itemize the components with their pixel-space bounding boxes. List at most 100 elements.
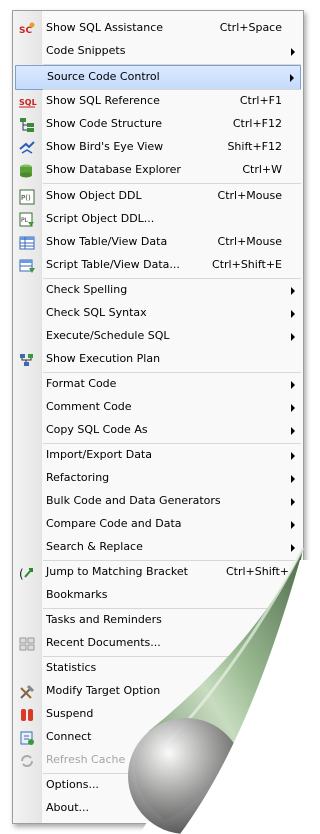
submenu-arrow-icon [291, 287, 295, 295]
menu-item-label: Modify Target Option [46, 684, 161, 697]
submenu-arrow-icon [291, 544, 295, 552]
menu-item-options[interactable]: Options... [13, 774, 303, 797]
menu-item-check-spelling[interactable]: Check Spelling [13, 279, 303, 302]
submenu-arrow-icon [291, 475, 295, 483]
menu-item-label: Copy SQL Code As [46, 423, 148, 436]
menu-item-refactoring[interactable]: Refactoring [13, 467, 303, 490]
menu-item-check-sql-syntax[interactable]: Check SQL Syntax [13, 302, 303, 325]
menu-item-statistics[interactable]: Statistics [13, 657, 303, 680]
menu-item-bookmarks[interactable]: Bookmarks [13, 584, 303, 607]
menu-item-label: Import/Export Data [46, 448, 152, 461]
menu-item-shortcut: Ctrl+Mouse [217, 235, 282, 248]
matching-bracket-icon: ( [19, 565, 35, 581]
submenu-arrow-icon [291, 427, 295, 435]
menu-item-connect[interactable]: Connect [13, 726, 303, 749]
menu-item-show-code-structure[interactable]: Show Code Structure Ctrl+F12 [13, 113, 303, 136]
submenu-arrow-icon [291, 404, 295, 412]
menu-item-shortcut: Ctrl+Space [219, 21, 282, 34]
menu-item-compare-code-and-data[interactable]: Compare Code and Data [13, 513, 303, 536]
refresh-cache-icon [19, 753, 35, 769]
menu-item-label: Bookmarks [46, 588, 108, 601]
menu-item-label: Search & Replace [46, 540, 143, 553]
menu-item-label: Tasks and Reminders [46, 613, 162, 626]
menu-item-modify-target-option[interactable]: Modify Target Option [13, 680, 303, 703]
menu-item-label: Format Code [46, 377, 117, 390]
submenu-arrow-icon [291, 452, 295, 460]
submenu-arrow-icon [291, 521, 295, 529]
suspend-icon [19, 707, 35, 723]
script-ddl-icon: PL [19, 212, 35, 228]
submenu-arrow-icon [291, 381, 295, 389]
menu-item-suspend[interactable]: Suspend [13, 703, 303, 726]
menu-item-jump-to-matching-bracket[interactable]: ( Jump to Matching Bracket Ctrl+Shift+ [13, 561, 303, 584]
menu-item-label: Connect [46, 730, 92, 743]
menu-item-show-sql-assistance[interactable]: SC Show SQL Assistance Ctrl+Space [13, 17, 303, 40]
menu-item-bulk-generators[interactable]: Bulk Code and Data Generators [13, 490, 303, 513]
menu-item-show-table-view-data[interactable]: Show Table/View Data Ctrl+Mouse [13, 231, 303, 254]
menu-item-label: Check SQL Syntax [46, 306, 147, 319]
menu-item-shortcut: Ctrl+Shift+ [225, 565, 289, 578]
menu-item-label: Code Snippets [46, 44, 126, 57]
table-data-icon [19, 235, 35, 251]
recent-documents-icon [19, 636, 35, 652]
menu-item-label: Comment Code [46, 400, 132, 413]
submenu-arrow-icon [290, 74, 294, 82]
menu-item-label: Bulk Code and Data Generators [46, 494, 221, 507]
menu-item-show-object-ddl[interactable]: P() Show Object DDL Ctrl+Mouse [13, 185, 303, 208]
sql-assistance-icon: SC [19, 21, 35, 37]
menu-item-label: Show SQL Assistance [46, 21, 164, 34]
menu-item-label: Check Spelling [46, 283, 128, 296]
menu-item-label: Show Object DDL [46, 189, 142, 202]
menu-item-show-execution-plan[interactable]: Show Execution Plan [13, 348, 303, 371]
svg-text:(: ( [19, 567, 24, 581]
menu-item-tasks-and-reminders[interactable]: Tasks and Reminders [13, 609, 303, 632]
menu-item-label: Show Code Structure [46, 117, 163, 130]
menu-item-code-snippets[interactable]: Code Snippets [13, 40, 303, 63]
menu-item-label: Show SQL Reference [46, 94, 160, 107]
menu-item-script-table-view-data[interactable]: Script Table/View Data... Ctrl+Shift+E [13, 254, 303, 277]
menu-item-label: Script Object DDL... [46, 212, 155, 225]
menu-item-shortcut: Ctrl+Shift+E [212, 258, 282, 271]
menu-item-import-export-data[interactable]: Import/Export Data [13, 444, 303, 467]
menu-item-shortcut: Ctrl+F12 [232, 117, 282, 130]
menu-item-show-database-explorer[interactable]: Show Database Explorer Ctrl+W [13, 159, 303, 182]
menu-item-label: Refactoring [46, 471, 110, 484]
submenu-arrow-icon [291, 498, 295, 506]
svg-text:SQL: SQL [19, 98, 37, 107]
menu-item-show-birds-eye-view[interactable]: Show Bird's Eye View Shift+F12 [13, 136, 303, 159]
menu-item-label: Recent Documents... [46, 636, 161, 649]
menu-item-shortcut: Ctrl+Mouse [217, 189, 282, 202]
menu-item-label: Show Bird's Eye View [46, 140, 164, 153]
menu-item-recent-documents[interactable]: Recent Documents... [13, 632, 303, 655]
menu-item-label: Options... [46, 778, 99, 791]
svg-text:SC: SC [19, 26, 32, 36]
menu-item-label: Show Execution Plan [46, 352, 161, 365]
menu-item-script-object-ddl[interactable]: PL Script Object DDL... [13, 208, 303, 231]
submenu-arrow-icon [291, 48, 295, 56]
menu-item-format-code[interactable]: Format Code [13, 373, 303, 396]
menu-item-show-sql-reference[interactable]: SQL Show SQL Reference Ctrl+F1 [13, 90, 303, 113]
connect-icon [19, 730, 35, 746]
menu-item-refresh-cache[interactable]: Refresh Cache [13, 749, 303, 772]
menu-item-shortcut: Ctrl+F1 [239, 94, 282, 107]
modify-target-icon [19, 684, 35, 700]
menu-item-comment-code[interactable]: Comment Code [13, 396, 303, 419]
menu-item-label: Execute/Schedule SQL [46, 329, 170, 342]
menu-item-label: Script Table/View Data... [46, 258, 180, 271]
script-table-icon [19, 258, 35, 274]
menu-item-execute-schedule-sql[interactable]: Execute/Schedule SQL [13, 325, 303, 348]
menu-item-source-code-control[interactable]: Source Code Control [15, 65, 301, 90]
menu-item-about[interactable]: About... [13, 797, 303, 820]
menu-item-copy-sql-code-as[interactable]: Copy SQL Code As [13, 419, 303, 442]
submenu-arrow-icon [291, 310, 295, 318]
birds-eye-icon [19, 140, 35, 156]
menu-item-search-replace[interactable]: Search & Replace [13, 536, 303, 559]
menu-item-shortcut: Ctrl+W [242, 163, 282, 176]
object-ddl-icon: P() [19, 189, 35, 205]
menu-item-label: Suspend [46, 707, 94, 720]
menu-item-shortcut: Shift+F12 [227, 140, 282, 153]
menu-item-label: Compare Code and Data [46, 517, 182, 530]
code-structure-icon [19, 117, 35, 133]
submenu-arrow-icon [291, 333, 295, 341]
database-explorer-icon [19, 163, 35, 179]
